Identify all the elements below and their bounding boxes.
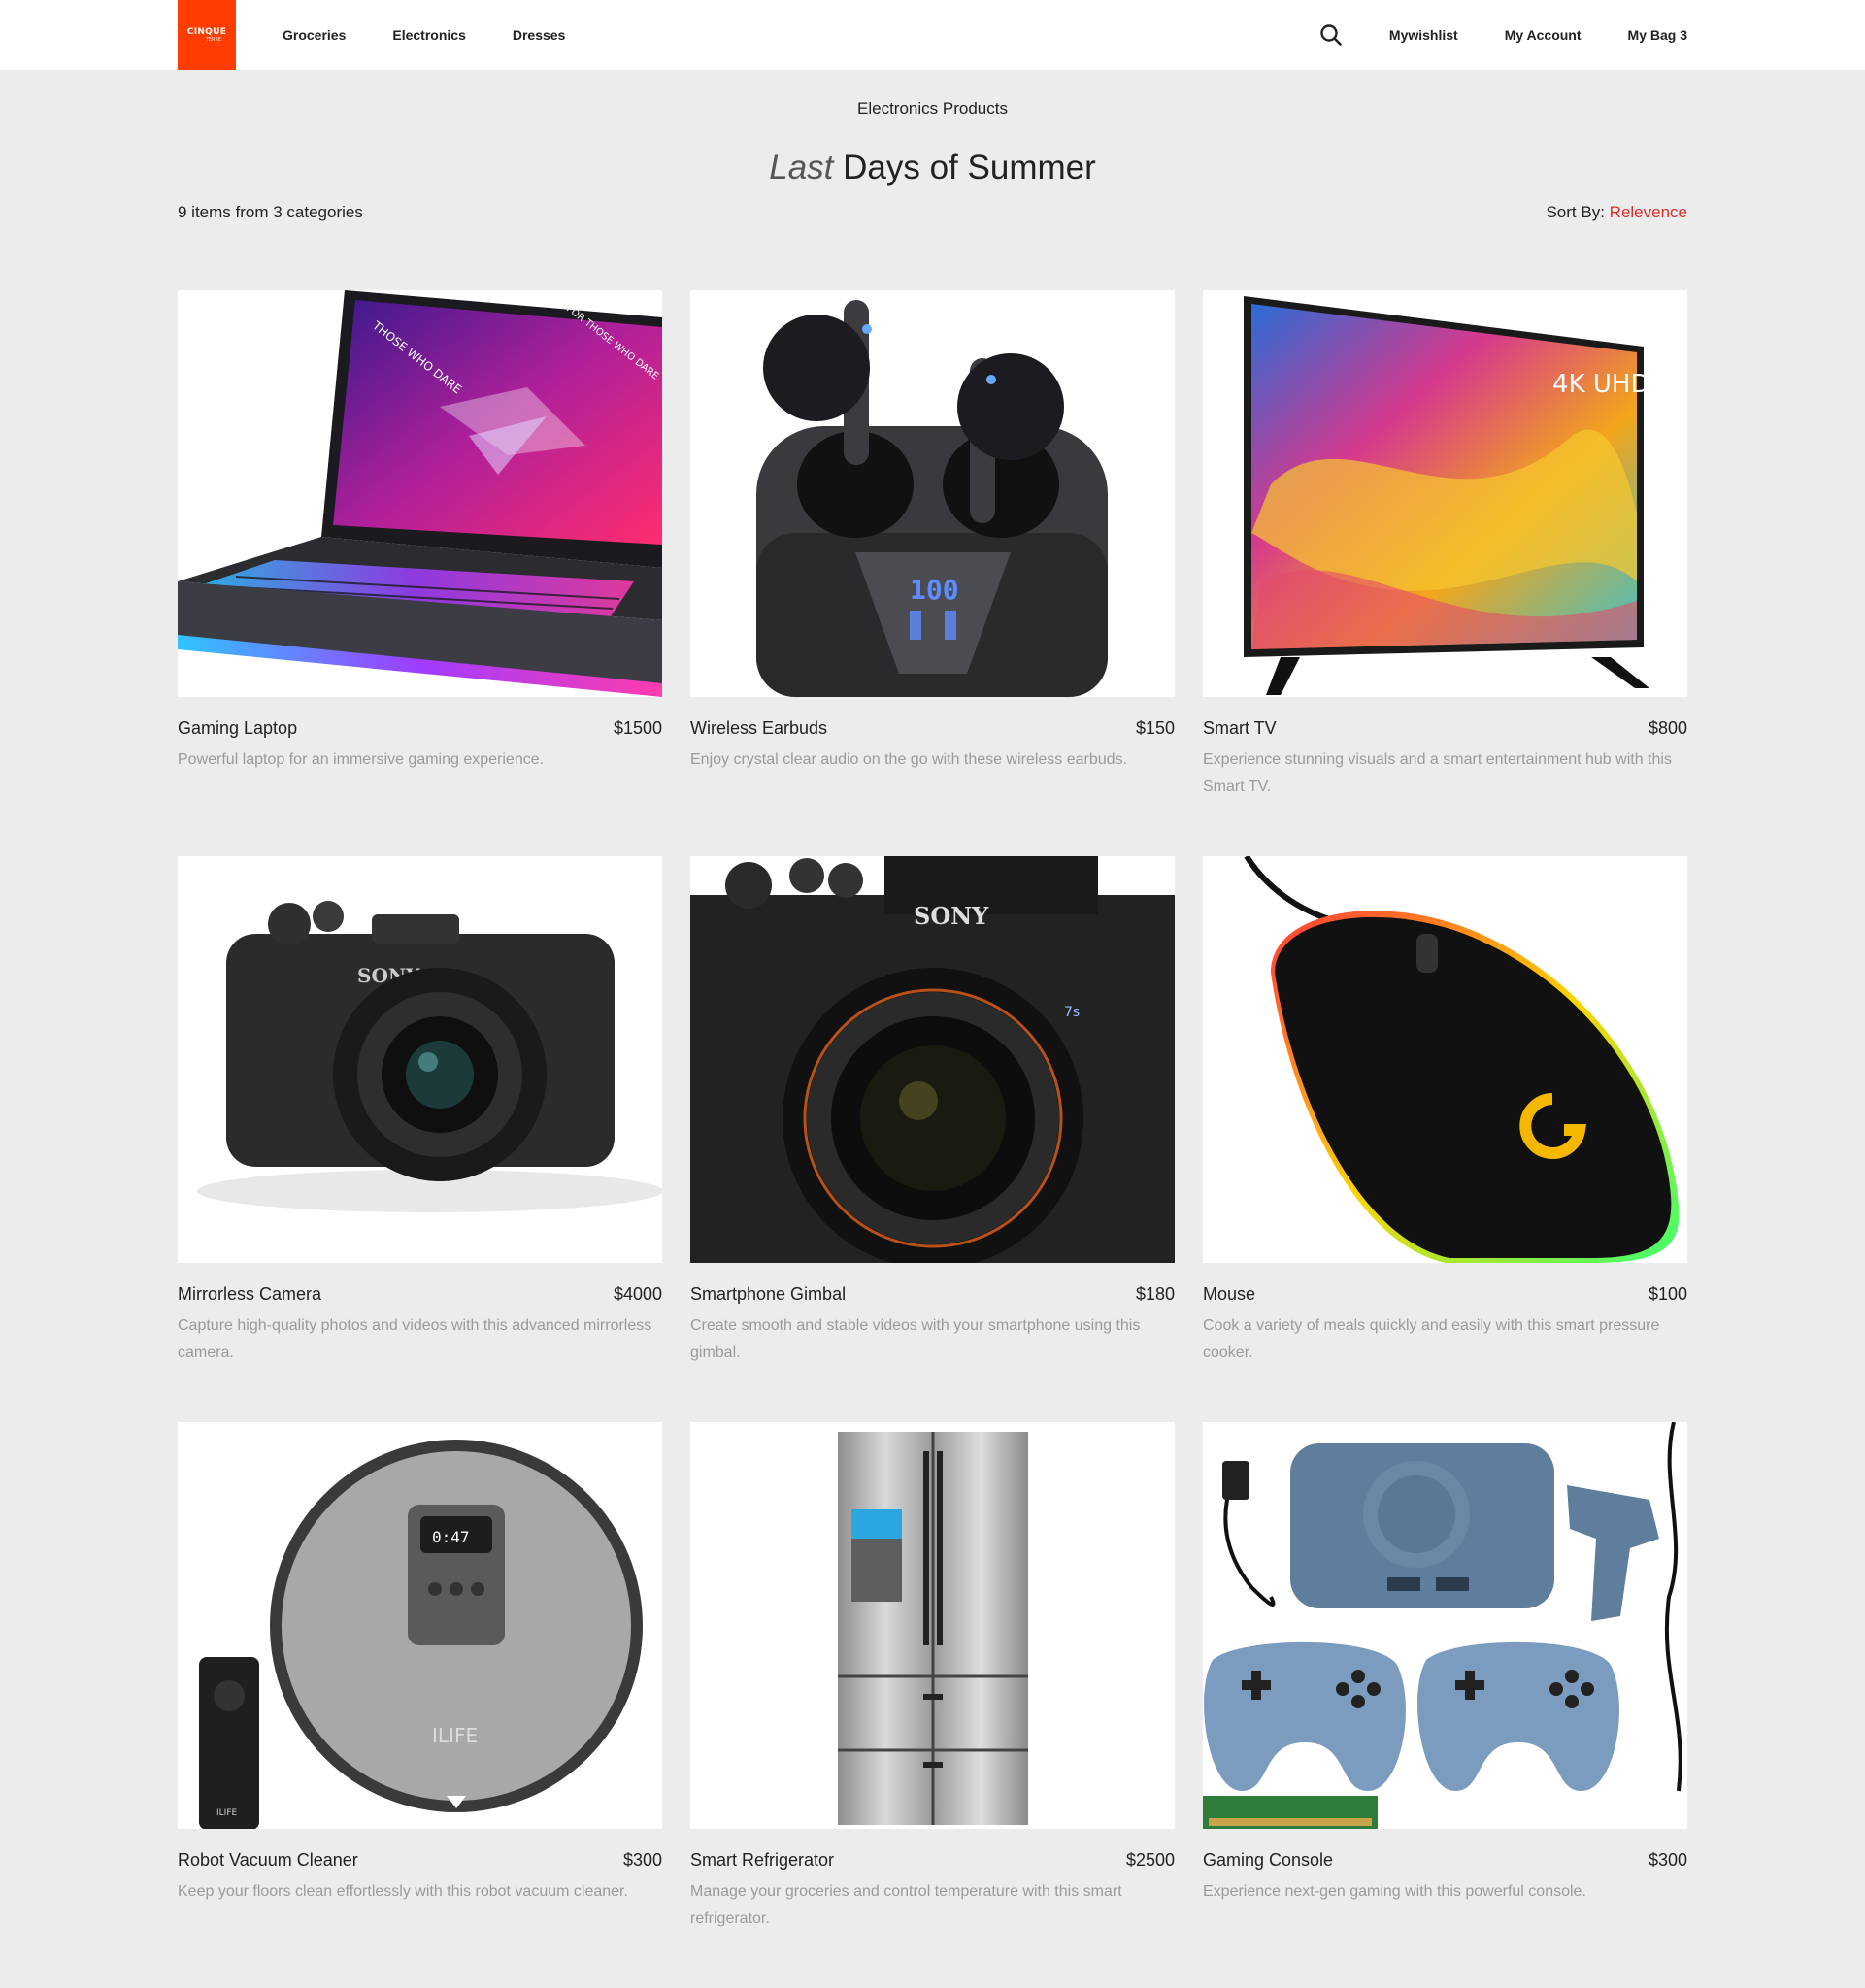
product-name[interactable]: Smart Refrigerator	[690, 1850, 834, 1871]
product-price: $300	[1648, 1850, 1687, 1870]
page-title: Last Days of Summer	[0, 149, 1865, 187]
product-grid: THOSE WHO DARE FOR THOSE WHO DARE Gaming…	[178, 290, 1688, 1988]
product-description: Powerful laptop for an immersive gaming …	[178, 751, 545, 768]
logo-text-line2: TERRE	[205, 37, 222, 43]
account-nav: Mywishlist My Account My Bag 3	[1319, 0, 1687, 70]
product-name[interactable]: Robot Vacuum Cleaner	[178, 1850, 358, 1871]
sort-control[interactable]: Sort By: Relevence	[1546, 203, 1687, 222]
laptop-image: THOSE WHO DARE FOR THOSE WHO DARE	[178, 290, 662, 697]
nav-link-electronics[interactable]: Electronics	[392, 27, 465, 43]
product-description: Keep your floors clean effortlessly with…	[178, 1883, 628, 1900]
tv-4k-badge: 4K UHD	[1552, 370, 1649, 399]
product-description: Manage your groceries and control temper…	[690, 1883, 1122, 1927]
section-label: Electronics Products	[857, 99, 1008, 117]
product-image-smart-tv[interactable]: 4K UHD	[1203, 290, 1687, 697]
camera-image: SONY	[197, 901, 662, 1212]
vacuum-display-text: 0:47	[432, 1528, 470, 1546]
mouse-image	[1244, 856, 1680, 1263]
product-price: $800	[1648, 718, 1687, 738]
camera-image: SONY 7s	[690, 856, 1175, 1263]
vacuum-brand-text: ILIFE	[432, 1724, 478, 1747]
product-card-mirrorless-camera[interactable]: SONY Mirrorless Camera $4000 Capture hig…	[178, 856, 662, 1422]
remote-brand-text: ILIFE	[216, 1808, 237, 1818]
product-card-smartphone-gimbal[interactable]: SONY 7s Smartphone Gimbal $180 Create sm…	[690, 856, 1175, 1422]
earbuds-image: 100	[756, 300, 1108, 697]
page-title-emphasis: Last	[769, 149, 834, 186]
product-image-gaming-laptop[interactable]: THOSE WHO DARE FOR THOSE WHO DARE	[178, 290, 662, 697]
sort-label: Sort By:	[1546, 203, 1605, 221]
page-title-rest: Days of Summer	[843, 149, 1096, 186]
product-description: Enjoy crystal clear audio on the go with…	[690, 751, 1128, 768]
product-name[interactable]: Mouse	[1203, 1284, 1255, 1305]
nav-link-groceries[interactable]: Groceries	[283, 27, 346, 43]
product-image-gaming-console[interactable]	[1203, 1422, 1687, 1829]
product-image-smart-refrigerator[interactable]	[690, 1422, 1175, 1829]
product-card-mouse[interactable]: Mouse $100 Cook a variety of meals quick…	[1203, 856, 1687, 1422]
nav-link-wishlist[interactable]: Mywishlist	[1389, 27, 1458, 43]
product-description: Experience next-gen gaming with this pow…	[1203, 1883, 1586, 1900]
product-price: $4000	[613, 1284, 662, 1304]
camera2-brand-text: SONY	[914, 902, 989, 930]
product-card-gaming-console[interactable]: Gaming Console $300 Experience next-gen …	[1203, 1422, 1687, 1988]
logo-text-line1: CINQUE	[186, 27, 227, 37]
top-navigation-bar: CINQUE TERRE Groceries Electronics Dress…	[0, 0, 1865, 70]
product-name[interactable]: Gaming Laptop	[178, 718, 297, 739]
product-description: Capture high-quality photos and videos w…	[178, 1317, 652, 1361]
earbuds-battery-display: 100	[910, 574, 959, 606]
product-image-wireless-earbuds[interactable]: 100	[690, 290, 1175, 697]
product-price: $2500	[1125, 1850, 1175, 1870]
product-image-mouse[interactable]	[1203, 856, 1687, 1263]
product-card-wireless-earbuds[interactable]: 100 Wireless Earbuds $150 Enjoy crystal …	[690, 290, 1175, 856]
primary-category-nav: Groceries Electronics Dresses	[283, 0, 612, 70]
refrigerator-image	[838, 1432, 1028, 1825]
search-icon[interactable]	[1319, 23, 1343, 47]
tv-image: 4K UHD	[1244, 296, 1649, 695]
product-price: $150	[1135, 718, 1175, 738]
product-image-mirrorless-camera[interactable]: SONY	[178, 856, 662, 1263]
product-description: Create smooth and stable videos with you…	[690, 1317, 1141, 1361]
product-image-robot-vacuum[interactable]: 0:47 ILIFE ILIFE	[178, 1422, 662, 1829]
product-price: $1500	[613, 718, 662, 738]
nav-link-my-account[interactable]: My Account	[1505, 27, 1582, 43]
sort-value-dropdown[interactable]: Relevence	[1610, 203, 1687, 221]
product-name[interactable]: Smartphone Gimbal	[690, 1284, 846, 1305]
product-card-robot-vacuum[interactable]: 0:47 ILIFE ILIFE Robot Vacuum Cleaner $3…	[178, 1422, 662, 1988]
product-price: $100	[1648, 1284, 1687, 1304]
nav-link-my-bag[interactable]: My Bag 3	[1628, 27, 1687, 43]
product-name[interactable]: Gaming Console	[1203, 1850, 1333, 1871]
console-image	[1203, 1422, 1682, 1829]
product-description: Cook a variety of meals quickly and easi…	[1203, 1317, 1660, 1361]
product-price: $180	[1135, 1284, 1175, 1304]
brand-logo[interactable]: CINQUE TERRE	[178, 0, 236, 70]
product-image-smartphone-gimbal[interactable]: SONY 7s	[690, 856, 1175, 1263]
product-card-gaming-laptop[interactable]: THOSE WHO DARE FOR THOSE WHO DARE Gaming…	[178, 290, 662, 856]
nav-link-dresses[interactable]: Dresses	[513, 27, 566, 43]
product-name[interactable]: Mirrorless Camera	[178, 1284, 321, 1305]
product-card-smart-refrigerator[interactable]: Smart Refrigerator $2500 Manage your gro…	[690, 1422, 1175, 1988]
vacuum-image: 0:47 ILIFE ILIFE	[199, 1440, 643, 1829]
product-card-smart-tv[interactable]: 4K UHD Smart TV $800 Experience stunning…	[1203, 290, 1687, 856]
product-name[interactable]: Wireless Earbuds	[690, 718, 827, 739]
product-name[interactable]: Smart TV	[1203, 718, 1277, 739]
camera2-model-text: 7s	[1064, 1005, 1080, 1020]
product-description: Experience stunning visuals and a smart …	[1203, 751, 1672, 795]
product-price: $300	[622, 1850, 662, 1870]
item-count-text: 9 items from 3 categories	[178, 203, 363, 221]
